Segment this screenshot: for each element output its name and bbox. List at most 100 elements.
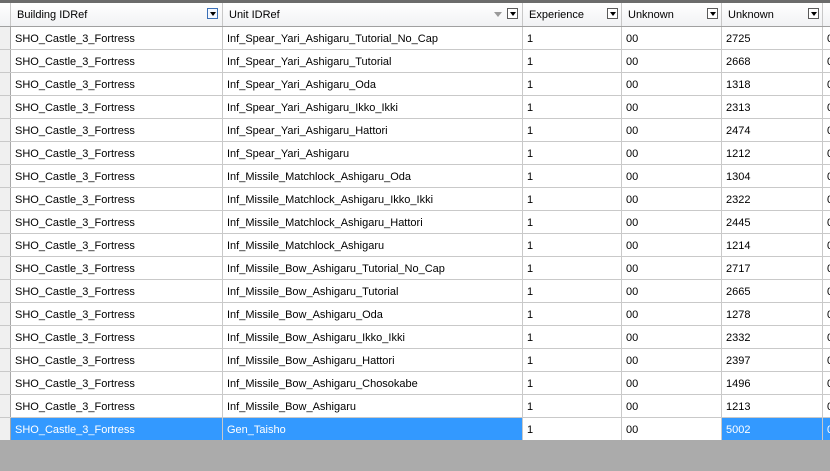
cell-experience[interactable]: 1	[523, 50, 622, 72]
cell-building-idref[interactable]: SHO_Castle_3_Fortress	[11, 73, 223, 95]
cell-building-idref[interactable]: SHO_Castle_3_Fortress	[11, 395, 223, 417]
cell-unknown-3[interactable]: 0	[823, 234, 830, 256]
cell-unknown-1[interactable]: 00	[622, 50, 722, 72]
cell-unknown-1[interactable]: 00	[622, 280, 722, 302]
table-row[interactable]: SHO_Castle_3_Fortress Inf_Missile_Bow_Ash…	[0, 372, 830, 395]
cell-unknown-3[interactable]: 0	[823, 211, 830, 233]
table-row[interactable]: SHO_Castle_3_Fortress Inf_Spear_Yari_Ashi…	[0, 96, 830, 119]
cell-unknown-3[interactable]: 0	[823, 96, 830, 118]
table-row[interactable]: SHO_Castle_3_Fortress Inf_Missile_Bow_Ash…	[0, 257, 830, 280]
cell-unknown-1[interactable]: 00	[622, 165, 722, 187]
table-row[interactable]: SHO_Castle_3_Fortress Inf_Spear_Yari_Ashi…	[0, 27, 830, 50]
row-header-cell[interactable]	[0, 96, 11, 118]
table-row[interactable]: SHO_Castle_3_Fortress Inf_Missile_Bow_Ash…	[0, 349, 830, 372]
cell-unit-idref[interactable]: Gen_Taisho	[223, 418, 523, 440]
row-header-cell[interactable]	[0, 165, 11, 187]
cell-unit-idref[interactable]: Inf_Missile_Bow_Ashigaru_Chosokabe	[223, 372, 523, 394]
cell-unknown-1[interactable]: 00	[622, 257, 722, 279]
row-header-cell[interactable]	[0, 257, 11, 279]
cell-experience[interactable]: 1	[523, 211, 622, 233]
cell-unknown-2[interactable]: 2322	[722, 188, 823, 210]
cell-unknown-1[interactable]: 00	[622, 119, 722, 141]
column-header-building-idref[interactable]: Building IDRef	[11, 3, 223, 26]
cell-experience[interactable]: 1	[523, 119, 622, 141]
cell-unit-idref[interactable]: Inf_Spear_Yari_Ashigaru_Hattori	[223, 119, 523, 141]
row-header-cell[interactable]	[0, 119, 11, 141]
table-row[interactable]: SHO_Castle_3_Fortress Inf_Missile_Bow_Ash…	[0, 280, 830, 303]
cell-unit-idref[interactable]: Inf_Spear_Yari_Ashigaru_Ikko_Ikki	[223, 96, 523, 118]
cell-experience[interactable]: 1	[523, 326, 622, 348]
cell-unknown-2[interactable]: 1212	[722, 142, 823, 164]
cell-building-idref[interactable]: SHO_Castle_3_Fortress	[11, 96, 223, 118]
cell-unknown-1[interactable]: 00	[622, 418, 722, 440]
chevron-down-icon[interactable]	[607, 8, 618, 19]
cell-unit-idref[interactable]: Inf_Missile_Bow_Ashigaru	[223, 395, 523, 417]
table-row[interactable]: SHO_Castle_3_Fortress Inf_Spear_Yari_Ashi…	[0, 142, 830, 165]
chevron-down-icon[interactable]	[207, 8, 218, 19]
table-row[interactable]: SHO_Castle_3_Fortress Inf_Missile_Matchlo…	[0, 188, 830, 211]
cell-unknown-2[interactable]: 2717	[722, 257, 823, 279]
cell-experience[interactable]: 1	[523, 27, 622, 49]
cell-unit-idref[interactable]: Inf_Missile_Matchlock_Ashigaru_Oda	[223, 165, 523, 187]
cell-unknown-3[interactable]: 0	[823, 372, 830, 394]
column-header-unknown-1[interactable]: Unknown	[622, 3, 722, 26]
chevron-down-icon[interactable]	[808, 8, 819, 19]
column-header-unit-idref[interactable]: Unit IDRef	[223, 3, 523, 26]
cell-unit-idref[interactable]: Inf_Missile_Matchlock_Ashigaru_Hattori	[223, 211, 523, 233]
cell-building-idref[interactable]: SHO_Castle_3_Fortress	[11, 188, 223, 210]
cell-unknown-3[interactable]: 0	[823, 349, 830, 371]
cell-experience[interactable]: 1	[523, 303, 622, 325]
cell-unknown-3[interactable]: 0	[823, 188, 830, 210]
cell-building-idref[interactable]: SHO_Castle_3_Fortress	[11, 326, 223, 348]
cell-building-idref[interactable]: SHO_Castle_3_Fortress	[11, 27, 223, 49]
table-row-selected[interactable]: SHO_Castle_3_Fortress Gen_Taisho 1 00 5002 0	[0, 418, 830, 440]
cell-unknown-3[interactable]: 0	[823, 395, 830, 417]
cell-experience[interactable]: 1	[523, 257, 622, 279]
cell-unknown-1[interactable]: 00	[622, 188, 722, 210]
cell-unit-idref[interactable]: Inf_Spear_Yari_Ashigaru_Oda	[223, 73, 523, 95]
cell-experience[interactable]: 1	[523, 280, 622, 302]
corner-header-cell[interactable]	[0, 3, 11, 26]
row-header-cell[interactable]	[0, 211, 11, 233]
cell-unknown-3[interactable]: 0	[823, 27, 830, 49]
cell-unknown-2[interactable]: 2668	[722, 50, 823, 72]
cell-unknown-2[interactable]: 2397	[722, 349, 823, 371]
cell-unit-idref[interactable]: Inf_Missile_Matchlock_Ashigaru_Ikko_Ikki	[223, 188, 523, 210]
table-row[interactable]: SHO_Castle_3_Fortress Inf_Missile_Matchlo…	[0, 211, 830, 234]
cell-unknown-2[interactable]: 1304	[722, 165, 823, 187]
cell-unknown-3[interactable]: 0	[823, 418, 830, 440]
table-row[interactable]: SHO_Castle_3_Fortress Inf_Missile_Bow_Ash…	[0, 303, 830, 326]
row-header-cell[interactable]	[0, 303, 11, 325]
cell-building-idref[interactable]: SHO_Castle_3_Fortress	[11, 165, 223, 187]
row-header-cell[interactable]	[0, 418, 11, 440]
cell-unknown-3[interactable]: 0	[823, 326, 830, 348]
column-header-unknown-2[interactable]: Unknown	[722, 3, 823, 26]
cell-unknown-2[interactable]: 2725	[722, 27, 823, 49]
table-row[interactable]: SHO_Castle_3_Fortress Inf_Missile_Matchlo…	[0, 234, 830, 257]
row-header-cell[interactable]	[0, 234, 11, 256]
row-header-cell[interactable]	[0, 349, 11, 371]
cell-unknown-1[interactable]: 00	[622, 27, 722, 49]
row-header-cell[interactable]	[0, 188, 11, 210]
cell-unknown-3[interactable]: 0	[823, 119, 830, 141]
table-row[interactable]: SHO_Castle_3_Fortress Inf_Spear_Yari_Ashi…	[0, 119, 830, 142]
cell-unit-idref[interactable]: Inf_Spear_Yari_Ashigaru_Tutorial	[223, 50, 523, 72]
cell-building-idref[interactable]: SHO_Castle_3_Fortress	[11, 280, 223, 302]
cell-experience[interactable]: 1	[523, 188, 622, 210]
cell-unit-idref[interactable]: Inf_Missile_Bow_Ashigaru_Tutorial_No_Cap	[223, 257, 523, 279]
cell-unknown-2[interactable]: 5002	[722, 418, 823, 440]
cell-building-idref[interactable]: SHO_Castle_3_Fortress	[11, 211, 223, 233]
cell-unknown-2[interactable]: 2332	[722, 326, 823, 348]
cell-unknown-3[interactable]: 0	[823, 280, 830, 302]
cell-experience[interactable]: 1	[523, 395, 622, 417]
table-row[interactable]: SHO_Castle_3_Fortress Inf_Spear_Yari_Ashi…	[0, 73, 830, 96]
cell-unknown-1[interactable]: 00	[622, 349, 722, 371]
cell-building-idref[interactable]: SHO_Castle_3_Fortress	[11, 349, 223, 371]
cell-unknown-2[interactable]: 2474	[722, 119, 823, 141]
cell-unknown-2[interactable]: 1496	[722, 372, 823, 394]
cell-building-idref[interactable]: SHO_Castle_3_Fortress	[11, 257, 223, 279]
cell-building-idref[interactable]: SHO_Castle_3_Fortress	[11, 119, 223, 141]
cell-unknown-1[interactable]: 00	[622, 96, 722, 118]
cell-experience[interactable]: 1	[523, 234, 622, 256]
cell-unknown-3[interactable]: 0	[823, 303, 830, 325]
